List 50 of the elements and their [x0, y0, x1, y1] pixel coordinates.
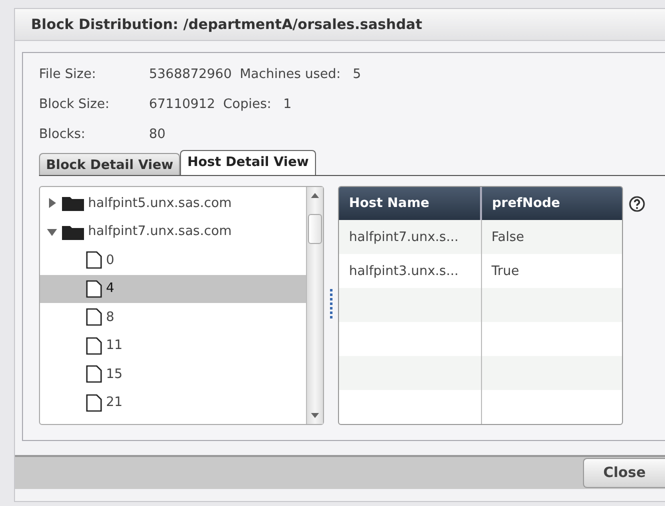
info-value: 1 [283, 97, 292, 112]
window-title: Block Distribution: /departmentA/orsales.sashdat [31, 16, 422, 32]
block-label: 0 [106, 252, 114, 268]
document-icon [86, 308, 102, 326]
block-label: 21 [106, 395, 123, 410]
info-value: 67110912 [149, 97, 216, 112]
tree-node[interactable]: 21 [40, 388, 306, 417]
document-icon [86, 365, 102, 384]
document-icon [86, 336, 102, 355]
folder-icon [62, 224, 84, 240]
tree-node[interactable]: halfpint5.unx.sas.com [40, 189, 306, 218]
tree-node[interactable]: 15 [40, 360, 306, 388]
info-label: Machines used: [240, 67, 341, 82]
close-button[interactable]: Close [583, 458, 665, 488]
document-icon [86, 251, 102, 270]
column-header[interactable]: Host Name [339, 187, 481, 220]
tree-node[interactable]: halfpint7.unx.sas.com [40, 218, 306, 246]
table-cell: halfpint7.unx.s... [339, 220, 481, 254]
info-label: File Size: [39, 67, 97, 82]
tree-node[interactable]: 8 [40, 303, 306, 332]
info-label: Block Size: [39, 97, 110, 112]
scrollbar[interactable] [306, 187, 323, 424]
scroll-up-icon[interactable] [310, 191, 320, 201]
block-label: 15 [106, 366, 123, 382]
scroll-down-icon[interactable] [310, 410, 320, 420]
folder-icon [62, 195, 84, 212]
tree-node[interactable]: 0 [40, 246, 306, 274]
table-cell: True [481, 254, 622, 288]
document-icon [86, 280, 102, 298]
block-label: 11 [106, 338, 123, 354]
tab[interactable]: Block Detail View [39, 153, 180, 175]
host-label: halfpint5.unx.sas.com [88, 196, 232, 211]
info-value: 5 [352, 67, 361, 82]
info-value: 5368872960 [149, 67, 232, 82]
block-label: 8 [106, 310, 114, 325]
column-header[interactable]: prefNode [481, 187, 622, 220]
expand-arrow-icon[interactable] [46, 197, 58, 210]
info-label: Blocks: [39, 127, 86, 142]
scroll-thumb[interactable] [308, 214, 322, 244]
tree-node[interactable]: 4 [40, 274, 306, 303]
splitter-handle[interactable] [330, 289, 332, 321]
block-label: 4 [106, 281, 114, 296]
document-icon [86, 394, 102, 412]
info-label: Copies: [223, 97, 272, 112]
info-value: 80 [149, 127, 166, 142]
tab[interactable]: Host Detail View [180, 150, 316, 175]
table-cell: False [481, 220, 622, 254]
help-icon[interactable] [629, 196, 645, 212]
tree-node[interactable]: 11 [40, 332, 306, 360]
host-label: halfpint7.unx.sas.com [88, 224, 232, 240]
